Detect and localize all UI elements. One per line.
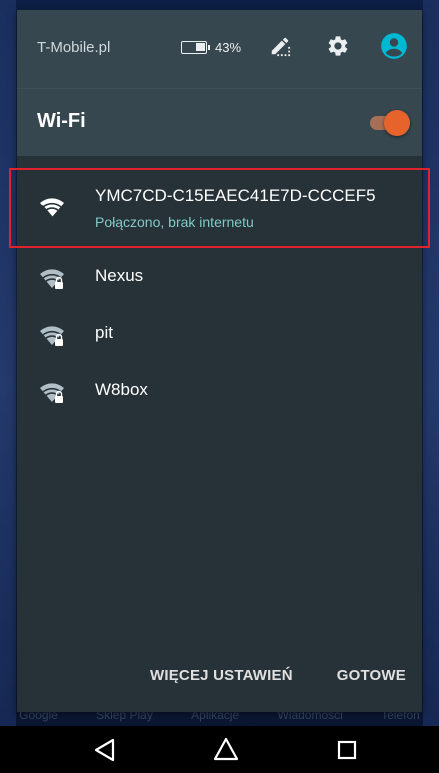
wifi-header: Wi-Fi xyxy=(17,88,422,156)
screen: Google Sklep Play Aplikacje Wiadomości T… xyxy=(0,0,439,773)
wifi-toggle[interactable] xyxy=(368,110,410,136)
network-name: W8box xyxy=(95,380,148,399)
back-triangle-icon[interactable] xyxy=(91,736,119,764)
wifi-network-list: YMC7CD-C15EAEC41E7D-CCCEF5 Połączono, br… xyxy=(9,156,430,419)
wifi-network-item[interactable]: Nexus xyxy=(17,248,422,305)
panel-actions: WIĘCEJ USTAWIEŃ GOTOWE xyxy=(150,667,406,684)
done-button[interactable]: GOTOWE xyxy=(337,667,406,684)
network-name: Nexus xyxy=(95,266,144,285)
recents-square-icon[interactable] xyxy=(333,736,361,764)
panel-header: T-Mobile.pl 43% xyxy=(17,10,422,88)
wifi-title: Wi-Fi xyxy=(37,110,86,132)
wifi-locked-signal-icon xyxy=(40,326,64,346)
account-avatar-icon[interactable] xyxy=(380,32,408,60)
quick-settings-wifi-panel: T-Mobile.pl 43% Wi-Fi YMC7CD-C15EAEC41E7… xyxy=(9,10,430,712)
more-settings-button[interactable]: WIĘCEJ USTAWIEŃ xyxy=(150,667,293,684)
network-status: Połączono, brak internetu xyxy=(95,214,254,230)
toggle-thumb xyxy=(384,110,410,136)
home-circle-icon[interactable] xyxy=(212,736,240,764)
network-name: pit xyxy=(95,323,113,342)
battery-level-fill xyxy=(196,43,205,51)
edit-icon[interactable] xyxy=(269,35,291,57)
settings-gear-icon[interactable] xyxy=(326,34,350,58)
battery-icon xyxy=(181,41,210,54)
wifi-locked-signal-icon xyxy=(40,269,64,289)
battery-percent: 43% xyxy=(215,40,242,55)
network-name: YMC7CD-C15EAEC41E7D-CCCEF5 xyxy=(95,186,376,205)
carrier-name: T-Mobile.pl xyxy=(37,39,111,56)
navigation-bar xyxy=(0,726,439,773)
home-screen-background xyxy=(423,0,439,773)
wifi-network-item[interactable]: pit xyxy=(17,305,422,362)
wifi-network-item[interactable]: W8box xyxy=(17,362,422,419)
wifi-signal-icon xyxy=(40,198,64,218)
wifi-network-item-connected[interactable]: YMC7CD-C15EAEC41E7D-CCCEF5 Połączono, br… xyxy=(9,168,430,248)
wifi-locked-signal-icon xyxy=(40,383,64,403)
home-screen-background xyxy=(0,0,16,773)
